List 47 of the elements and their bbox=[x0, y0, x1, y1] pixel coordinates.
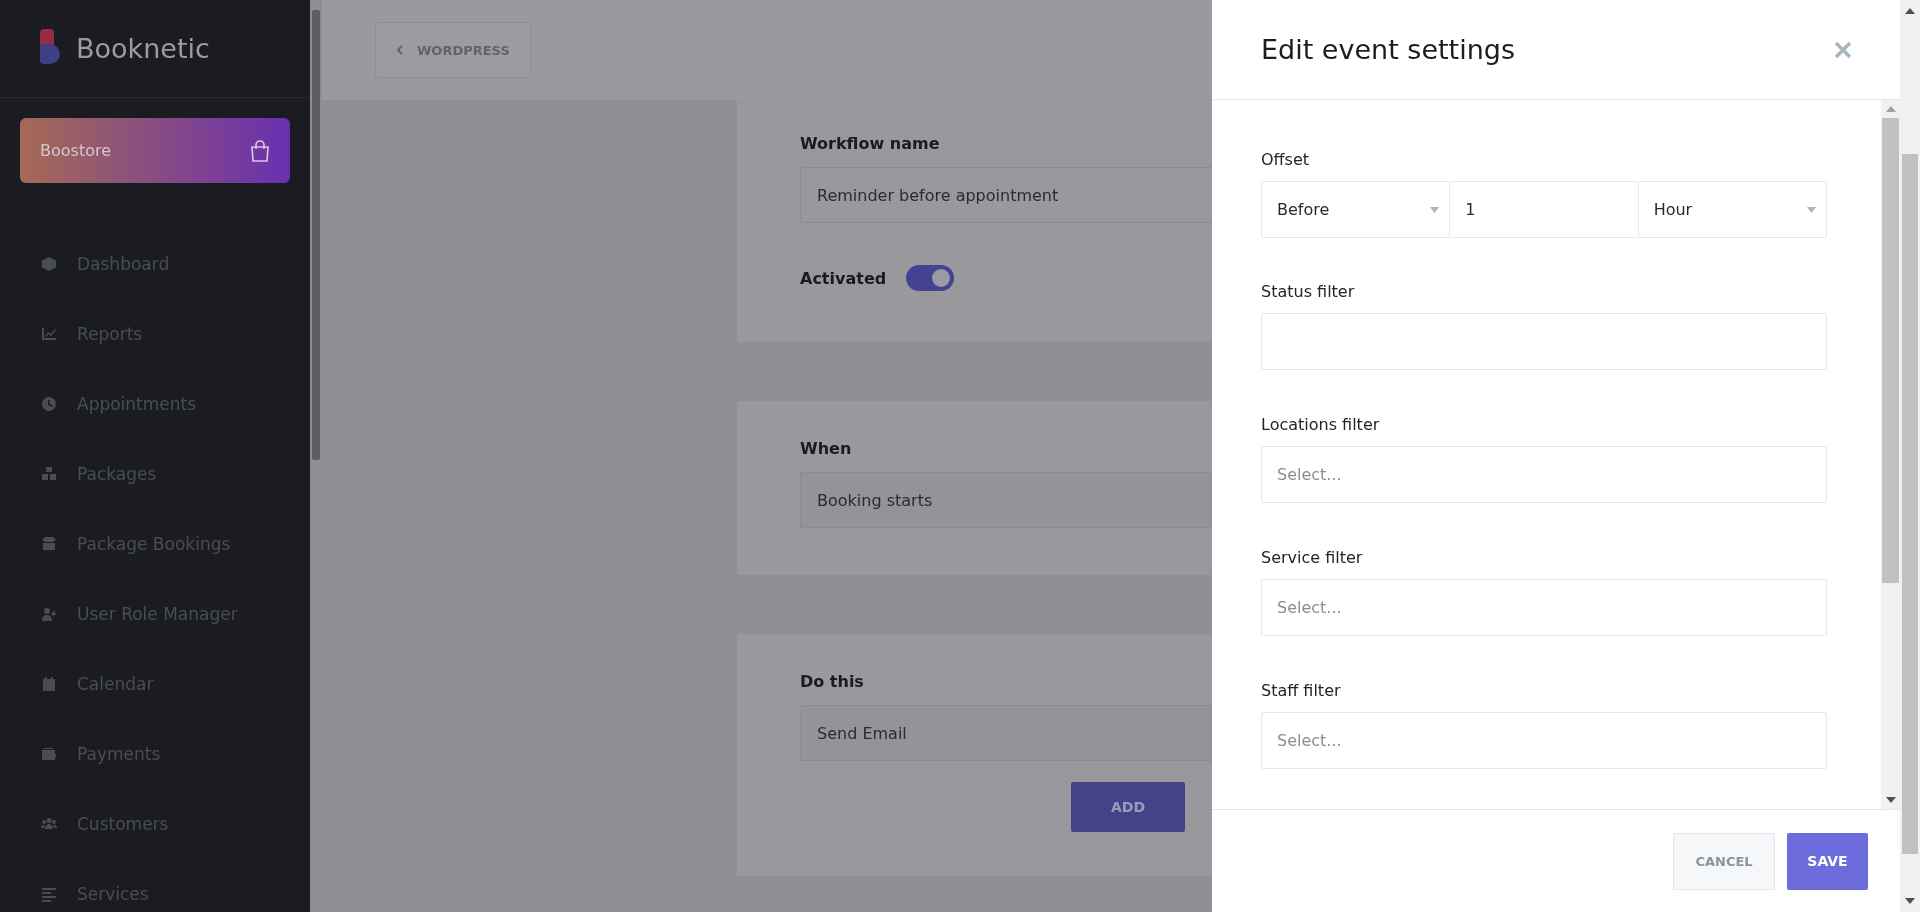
nav-icon bbox=[40, 466, 58, 482]
close-icon[interactable] bbox=[1834, 40, 1852, 59]
nav-icon bbox=[40, 886, 58, 902]
amount-field[interactable]: 1 bbox=[1450, 181, 1638, 238]
cancel-button[interactable]: CANCEL bbox=[1673, 832, 1775, 890]
back-button[interactable]: WORDPRESS bbox=[375, 22, 531, 78]
scroll-up-icon[interactable] bbox=[1905, 8, 1915, 14]
toggle-label: Activated bbox=[800, 268, 887, 288]
nav-icon bbox=[40, 536, 58, 552]
field-label: Status filter bbox=[1261, 282, 1356, 301]
panel-title: Edit event settings bbox=[1261, 34, 1516, 65]
unit-select[interactable]: Hour bbox=[1637, 181, 1827, 238]
field-label: Do this bbox=[800, 672, 865, 691]
field-label: Staff filter bbox=[1261, 681, 1342, 700]
nav-icon bbox=[40, 326, 58, 342]
add-button[interactable]: ADD bbox=[1071, 782, 1185, 832]
save-button[interactable]: SAVE bbox=[1787, 832, 1868, 890]
direction-select[interactable]: Before bbox=[1261, 181, 1451, 238]
input-field[interactable]: Reminder before appointment bbox=[800, 167, 1212, 223]
field-label: Service filter bbox=[1261, 548, 1364, 567]
nav-icon bbox=[40, 746, 58, 762]
field-label: Offset bbox=[1261, 150, 1311, 169]
brand-name: Booknetic bbox=[76, 33, 210, 64]
shopping-bag-icon bbox=[250, 139, 270, 162]
scrollbar[interactable] bbox=[1900, 0, 1920, 912]
chevron-left-icon bbox=[396, 45, 403, 55]
select-field[interactable]: Send Email bbox=[800, 705, 1212, 761]
nav-icon bbox=[40, 396, 58, 412]
caret-icon bbox=[1807, 206, 1816, 213]
nav-icon bbox=[40, 816, 58, 832]
field-label: When bbox=[800, 439, 853, 458]
scrollbar[interactable] bbox=[310, 0, 322, 912]
nav-icon bbox=[40, 256, 58, 272]
field-label: Locations filter bbox=[1261, 415, 1381, 434]
nav-icon bbox=[40, 606, 58, 622]
select-field[interactable]: Select... bbox=[1261, 712, 1827, 769]
scroll-down-icon[interactable] bbox=[1905, 898, 1915, 904]
caret-icon bbox=[1430, 206, 1440, 213]
select-field[interactable]: Booking starts bbox=[800, 472, 1212, 528]
select-field[interactable]: Select... bbox=[1261, 579, 1827, 636]
select-field[interactable]: Select... bbox=[1261, 446, 1827, 503]
toggle-switch[interactable] bbox=[906, 265, 955, 291]
scrollbar[interactable] bbox=[1881, 100, 1900, 809]
scroll-down-icon[interactable] bbox=[1885, 797, 1896, 803]
store-button[interactable]: Boostore bbox=[20, 118, 290, 183]
field-label: Workflow name bbox=[800, 134, 941, 153]
nav-icon bbox=[40, 676, 58, 692]
